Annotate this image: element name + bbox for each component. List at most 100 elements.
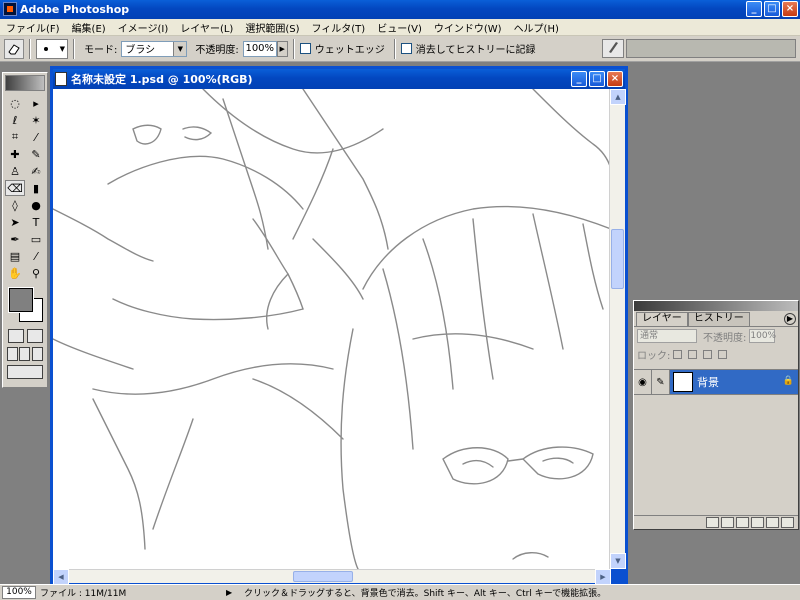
adjustment-layer-icon[interactable] (751, 517, 764, 528)
eye-icon[interactable]: ◉ (634, 370, 652, 394)
layer-style-icon[interactable] (706, 517, 719, 528)
document-canvas[interactable] (53, 89, 611, 569)
lock-position-checkbox[interactable] (703, 349, 713, 359)
horizontal-scroll-thumb[interactable] (293, 571, 353, 582)
panel-menu-icon[interactable]: ▶ (784, 313, 796, 325)
close-button[interactable]: × (782, 1, 798, 17)
doc-minimize-button[interactable]: _ (571, 71, 587, 87)
marquee-tool-icon[interactable]: ◌ (5, 95, 25, 111)
gradient-tool-icon[interactable]: ▮ (26, 180, 46, 196)
pen-tool-icon[interactable]: ✒ (5, 231, 25, 247)
zoom-level-input[interactable]: 100% (2, 586, 36, 599)
mode-label: モード: (84, 45, 118, 56)
blend-mode-select[interactable]: 通常 (637, 329, 697, 343)
lock-all-checkbox[interactable] (718, 349, 728, 359)
layer-mask-icon[interactable] (721, 517, 734, 528)
lock-image-checkbox[interactable] (688, 349, 698, 359)
notes-tool-icon[interactable]: ▤ (5, 248, 25, 264)
doc-close-button[interactable]: × (607, 71, 623, 87)
healing-brush-tool-icon[interactable]: ✚ (5, 146, 25, 162)
eraser-tool-icon[interactable]: ⌫ (5, 180, 25, 196)
menu-filter[interactable]: フィルタ(T) (305, 20, 371, 35)
dodge-tool-icon[interactable]: ● (26, 197, 46, 213)
opacity-input[interactable]: 100% (242, 40, 277, 57)
mode-value: ブラシ (125, 45, 156, 56)
new-layer-icon[interactable] (766, 517, 779, 528)
erase-history-checkbox[interactable] (400, 43, 412, 54)
layers-panel-titlebar[interactable] (634, 301, 798, 311)
menu-help[interactable]: ヘルプ(H) (508, 20, 565, 35)
full-screen-icon[interactable] (32, 347, 44, 361)
brush-icon[interactable]: ✎ (652, 370, 670, 394)
toolbox-header[interactable] (5, 75, 45, 91)
brush-icon[interactable] (602, 39, 624, 58)
scroll-down-arrow-icon[interactable]: ▼ (610, 553, 626, 569)
slice-tool-icon[interactable]: ⁄ (26, 129, 46, 145)
status-bar: 100% ファイル : 11M/11M ▶ クリック＆ドラッグすると、背景色で消… (0, 584, 800, 600)
lasso-tool-icon[interactable]: ℓ (5, 112, 25, 128)
foreground-color[interactable] (8, 287, 34, 313)
layers-panel-tabs: レイヤー ヒストリー ▶ (634, 311, 798, 327)
scroll-left-arrow-icon[interactable]: ◀ (53, 569, 69, 585)
mode-select[interactable]: ブラシ ▼ (121, 40, 188, 57)
menu-image[interactable]: イメージ(I) (112, 20, 175, 35)
doc-maximize-button[interactable]: □ (589, 71, 605, 87)
move-tool-icon[interactable]: ▸ (26, 95, 46, 111)
document-window-controls: _ □ × (571, 71, 623, 87)
zoom-tool-icon[interactable]: ⚲ (26, 265, 46, 281)
palette-well[interactable] (626, 39, 796, 58)
vertical-scrollbar[interactable]: ▲ ▼ (609, 89, 626, 569)
menu-window[interactable]: ウインドウ(W) (428, 20, 508, 35)
layer-row[interactable]: ◉ ✎ 背景 🔒 (634, 369, 798, 395)
brush-preset-picker[interactable]: ▼ (36, 38, 68, 59)
type-tool-icon[interactable]: T (26, 214, 46, 230)
rectangle-tool-icon[interactable]: ▭ (26, 231, 46, 247)
maximize-button[interactable]: □ (764, 1, 780, 17)
lock-transparency-checkbox[interactable] (673, 349, 683, 359)
opacity-slider-button[interactable]: ▶ (276, 40, 288, 57)
vertical-scroll-thumb[interactable] (611, 229, 624, 289)
wet-edges-checkbox[interactable] (299, 43, 311, 54)
eraser-icon[interactable] (4, 38, 24, 59)
menu-view[interactable]: ビュー(V) (371, 20, 428, 35)
standard-screen-icon[interactable] (6, 347, 18, 361)
minimize-button[interactable]: _ (746, 1, 762, 17)
quick-mask-icon[interactable] (26, 329, 43, 343)
layer-opacity-label: 不透明度: (703, 332, 747, 344)
layers-panel-footer (634, 515, 798, 529)
crop-tool-icon[interactable]: ⌗ (5, 129, 25, 145)
stamp-tool-icon[interactable]: ♙ (5, 163, 25, 179)
tab-history[interactable]: ヒストリー (687, 312, 750, 326)
full-screen-menu-icon[interactable] (19, 347, 31, 361)
hand-tool-icon[interactable]: ✋ (5, 265, 25, 281)
menu-select[interactable]: 選択範囲(S) (239, 20, 305, 35)
wet-edges-label: ウェットエッジ (314, 45, 385, 56)
history-brush-tool-icon[interactable]: ✍ (26, 163, 46, 179)
photoshop-logo-icon (3, 2, 17, 16)
path-selection-tool-icon[interactable]: ➤ (5, 214, 25, 230)
blur-tool-icon[interactable]: ◊ (5, 197, 25, 213)
brush-tool-icon[interactable]: ✎ (26, 146, 46, 162)
separator (393, 38, 396, 59)
trash-icon[interactable] (781, 517, 794, 528)
layer-row-selected[interactable]: 背景 🔒 (670, 370, 798, 394)
jump-to-imageready-icon[interactable] (7, 365, 43, 379)
color-swatches (5, 284, 45, 324)
lock-icon: 🔒 (782, 376, 794, 386)
scroll-up-arrow-icon[interactable]: ▲ (610, 89, 626, 105)
menu-file[interactable]: ファイル(F) (0, 20, 66, 35)
scroll-right-arrow-icon[interactable]: ▶ (595, 569, 611, 585)
layer-thumbnail (673, 372, 693, 392)
document-titlebar[interactable]: 名称未設定 1.psd @ 100%(RGB) _ □ × (53, 69, 625, 89)
standard-mode-icon[interactable] (7, 329, 24, 343)
tab-layers[interactable]: レイヤー (636, 312, 688, 326)
horizontal-scrollbar[interactable]: ◀ ▶ (53, 569, 611, 585)
layer-opacity-input[interactable]: 100% (749, 329, 776, 343)
magic-wand-tool-icon[interactable]: ✶ (26, 112, 46, 128)
new-set-icon[interactable] (736, 517, 749, 528)
eyedropper-tool-icon[interactable]: ⁄ (26, 248, 46, 264)
menu-layer[interactable]: レイヤー(L) (174, 20, 239, 35)
status-menu-arrow-icon[interactable]: ▶ (226, 588, 238, 597)
file-size-info[interactable]: ファイル : 11M/11M (36, 586, 196, 599)
menu-edit[interactable]: 編集(E) (66, 20, 112, 35)
